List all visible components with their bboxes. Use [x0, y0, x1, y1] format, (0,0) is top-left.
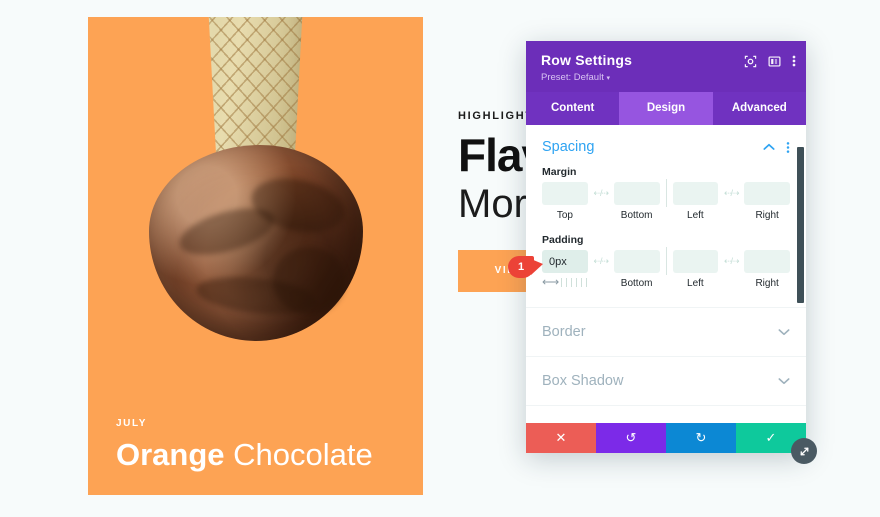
field-divider: [660, 179, 673, 207]
margin-bottom-input[interactable]: [613, 182, 660, 205]
chevron-down-icon: [778, 377, 790, 385]
margin-left-input[interactable]: [672, 182, 719, 205]
accordion-box-shadow[interactable]: Box Shadow: [526, 356, 806, 405]
accordion-border[interactable]: Border: [526, 307, 806, 356]
modal-header-actions: [744, 54, 796, 68]
margin-field-row: Top ⇠/⇢ Bottom Left ⇠/⇢ Right: [526, 179, 806, 221]
broken-link-icon[interactable]: ⇠/⇢: [588, 250, 614, 273]
scoop-texture-4: [272, 246, 346, 314]
broken-link-icon[interactable]: ⇠/⇢: [588, 182, 614, 205]
promo-title: Orange Chocolate: [116, 437, 395, 473]
kebab-menu-icon[interactable]: [786, 141, 790, 154]
promo-kicker: JULY: [116, 418, 148, 430]
tab-advanced[interactable]: Advanced: [713, 92, 806, 125]
slider-ruler-icon: [561, 277, 588, 287]
padding-top-input[interactable]: [542, 250, 588, 273]
undo-button[interactable]: ↺: [596, 423, 666, 453]
chocolate-scoop-shape: [148, 145, 363, 341]
promo-title-bold: Orange: [116, 437, 225, 473]
margin-top-label: Top: [556, 210, 573, 221]
preset-selector[interactable]: Preset: Default ▾: [541, 72, 791, 83]
check-icon: ✓: [765, 430, 777, 445]
modal-body: Spacing Margin Top ⇠/⇢ Bottom Left ⇠/⇢ R…: [526, 125, 806, 423]
padding-top-cell: ⟷: [542, 250, 588, 288]
preset-label: Preset: Default: [541, 72, 604, 83]
margin-left-cell: Left: [672, 182, 719, 221]
padding-top-slider[interactable]: ⟷: [542, 276, 588, 288]
margin-bottom-label: Bottom: [620, 210, 653, 221]
chevron-down-icon: [778, 328, 790, 336]
layout-panel-icon[interactable]: [768, 55, 781, 68]
promo-card: JULY Orange Chocolate PURCHASE: [88, 17, 423, 495]
broken-link-icon[interactable]: ⇠/⇢: [718, 182, 744, 205]
padding-right-label: Right: [755, 278, 779, 289]
promo-title-light: Chocolate: [233, 437, 373, 473]
ice-cream-image: [88, 17, 423, 362]
x-icon: ✕: [555, 430, 567, 445]
spacing-section-header[interactable]: Spacing: [526, 125, 806, 161]
modal-footer: ✕ ↺ ↻ ✓: [526, 423, 806, 453]
margin-right-input[interactable]: [744, 182, 790, 205]
chevron-up-icon[interactable]: [763, 143, 775, 151]
margin-right-label: Right: [755, 210, 779, 221]
margin-top-input[interactable]: [542, 182, 588, 205]
accordion-filters[interactable]: Filters: [526, 405, 806, 423]
padding-right-input[interactable]: [744, 250, 790, 273]
margin-left-label: Left: [687, 210, 704, 221]
padding-bottom-label: Bottom: [620, 278, 653, 289]
chevron-down-icon: ▾: [606, 75, 610, 82]
padding-right-cell: Right: [744, 250, 790, 289]
kebab-menu-icon[interactable]: [792, 54, 796, 68]
padding-left-label: Left: [687, 278, 704, 289]
padding-bottom-cell: Bottom: [613, 250, 660, 289]
tab-content[interactable]: Content: [526, 92, 619, 125]
margin-top-cell: Top: [542, 182, 588, 221]
padding-field-row: ⟷ ⇠/⇢ Bottom Left ⇠/⇢ Right: [526, 247, 806, 289]
modal-header: Row Settings Preset: Default ▾: [526, 41, 806, 92]
screenshot-root: JULY Orange Chocolate PURCHASE HIGHLIGHT…: [0, 0, 880, 517]
padding-left-cell: Left: [672, 250, 719, 289]
tab-design[interactable]: Design: [619, 92, 713, 125]
undo-icon: ↺: [625, 430, 637, 445]
focus-icon[interactable]: [744, 55, 757, 68]
step-marker-number: 1: [517, 261, 525, 273]
drag-handle-icon: ⟷: [542, 275, 560, 289]
redo-button[interactable]: ↻: [666, 423, 736, 453]
accordion-box-shadow-label: Box Shadow: [542, 373, 624, 389]
padding-left-input[interactable]: [672, 250, 719, 273]
accordion-border-label: Border: [542, 324, 586, 340]
vertical-scrollbar[interactable]: [797, 147, 804, 303]
redo-icon: ↻: [695, 430, 707, 445]
spacing-section-title: Spacing: [542, 139, 595, 155]
accordion-filters-label: Filters: [542, 422, 581, 423]
padding-group-label: Padding: [542, 234, 584, 246]
modal-tab-bar: Content Design Advanced: [526, 92, 806, 125]
resize-diagonal-icon[interactable]: [791, 438, 817, 464]
field-divider: [660, 247, 673, 275]
padding-bottom-input[interactable]: [613, 250, 660, 273]
margin-bottom-cell: Bottom: [613, 182, 660, 221]
close-button[interactable]: ✕: [526, 423, 596, 453]
spacing-header-actions: [763, 141, 790, 154]
margin-right-cell: Right: [744, 182, 790, 221]
broken-link-icon[interactable]: ⇠/⇢: [718, 250, 744, 273]
row-settings-modal: Row Settings Preset: Default ▾ Content D…: [526, 41, 817, 464]
step-marker-badge: 1: [508, 256, 543, 278]
promo-text-block: JULY Orange Chocolate PURCHASE: [88, 418, 423, 495]
